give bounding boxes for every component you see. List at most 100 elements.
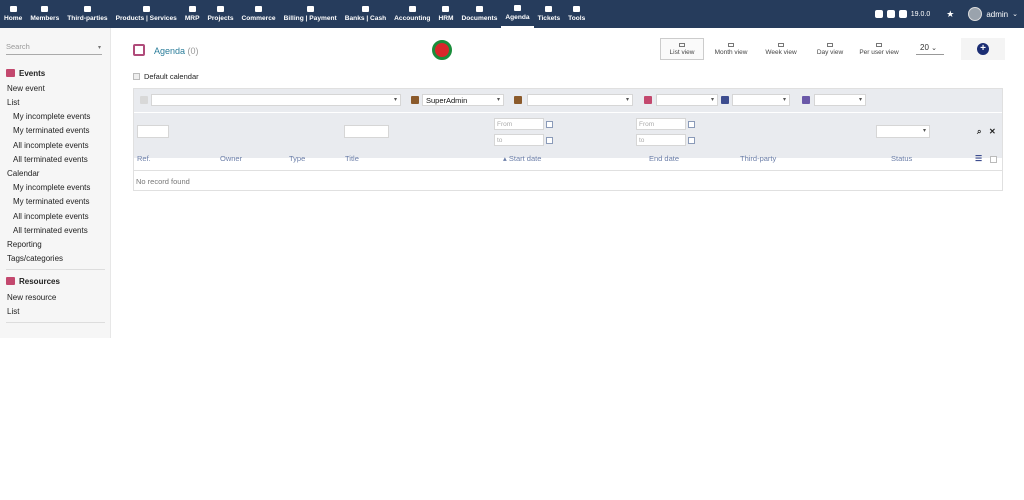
user-name[interactable]: admin [986,10,1008,19]
menu-products-services[interactable]: Products | Services [112,0,181,28]
search-filter-row: From to From to ▾ [134,112,1002,158]
sidebar-item-list-all-incomplete[interactable]: All incomplete events [13,141,89,150]
menu-third-parties[interactable]: Third-parties [63,0,111,28]
close-icon[interactable]: ✕ [989,127,996,136]
search-icon[interactable]: ⌕ [977,127,981,137]
chevron-down-icon[interactable]: ▾ [98,44,101,51]
help-icon[interactable] [898,10,907,18]
column-selector-icon[interactable]: ☰ [975,154,982,163]
third-party-select[interactable]: ▾ [732,94,790,106]
column-header-start-date[interactable]: ▴ Start date [503,154,541,163]
menu-label: Products | Services [115,15,177,22]
sidebar-item-resource-list[interactable]: List [7,307,19,316]
company-logo [432,40,452,60]
sidebar-item-tags[interactable]: Tags/categories [7,254,63,263]
avatar[interactable] [968,7,983,21]
bug-icon[interactable] [874,10,883,18]
month-view-button[interactable]: Month view [709,38,753,60]
sidebar-item-cal-my-terminated[interactable]: My terminated events [13,197,89,206]
end-date-to-input[interactable]: to [636,134,686,146]
print-icon[interactable] [886,10,895,18]
status-filter-select[interactable]: ▾ [876,125,930,138]
calendar-month-icon [728,42,734,47]
add-event-button[interactable]: + [961,38,1005,60]
menu-hrm[interactable]: HRM [434,0,457,28]
list-view-button[interactable]: List view [660,38,704,60]
start-date-from-input[interactable]: From [494,118,544,130]
menu-mrp[interactable]: MRP [181,0,204,28]
menu-label: Third-parties [67,15,108,22]
date-picker-icon[interactable] [688,137,695,144]
title-filter-input[interactable] [344,125,389,138]
search-input[interactable]: Search ▾ [6,42,102,55]
menu-agenda[interactable]: Agenda [501,0,534,28]
week-view-button[interactable]: Week view [759,38,803,60]
default-calendar: Default calendar [133,72,199,81]
chevron-down-icon[interactable]: ⌄ [1012,10,1018,18]
menu-commerce[interactable]: Commerce [238,0,280,28]
sidebar-title-resources[interactable]: Resources [19,277,60,286]
sidebar-item-new-event[interactable]: New event [7,84,45,93]
menu-label: Documents [461,15,498,22]
day-view-button[interactable]: Day view [808,38,852,60]
building-icon [721,96,729,104]
project-icon [802,96,810,104]
limit-value: 20 [920,43,929,52]
menu-label: Accounting [394,15,431,22]
date-picker-icon[interactable] [546,121,553,128]
date-picker-icon[interactable] [546,137,553,144]
sidebar-item-reporting[interactable]: Reporting [7,240,42,249]
sidebar-item-cal-all-incomplete[interactable]: All incomplete events [13,212,89,221]
ref-filter-input[interactable] [137,125,169,138]
date-to-placeholder: to [639,137,645,144]
default-calendar-checkbox[interactable] [133,73,140,80]
view-label: Week view [765,48,797,56]
column-header-title[interactable]: Title [345,154,359,163]
date-picker-icon[interactable] [688,121,695,128]
column-header-ref[interactable]: Ref. [137,154,151,163]
chevron-down-icon: ▾ [393,97,397,103]
sidebar-item-cal-my-incomplete[interactable]: My incomplete events [13,183,90,192]
sidebar-item-list-my-incomplete[interactable]: My incomplete events [13,112,90,121]
star-icon[interactable]: ★ [946,9,954,20]
project-select[interactable]: ▾ [814,94,866,106]
sidebar-item-list-my-terminated[interactable]: My terminated events [13,126,89,135]
event-type-select[interactable]: ▾ [151,94,401,106]
sidebar-item-list[interactable]: List [7,98,19,107]
sidebar-item-new-resource[interactable]: New resource [7,293,56,302]
user-group-select[interactable]: ▾ [527,94,633,106]
user-select[interactable]: SuperAdmin ▾ [422,94,504,106]
menu-home[interactable]: Home [0,0,26,28]
menu-members[interactable]: Members [26,0,63,28]
menu-tools[interactable]: Tools [564,0,589,28]
menu-billing-payment[interactable]: Billing | Payment [280,0,341,28]
sidebar-item-calendar[interactable]: Calendar [7,169,39,178]
column-header-status[interactable]: Status [891,154,912,163]
sidebar-item-list-all-terminated[interactable]: All terminated events [13,155,88,164]
chevron-down-icon: ▾ [858,97,862,103]
top-menu-bar: Home Members Third-parties Products | Se… [0,0,1024,28]
sidebar-item-cal-all-terminated[interactable]: All terminated events [13,226,88,235]
menu-tickets[interactable]: Tickets [534,0,565,28]
menu-documents[interactable]: Documents [457,0,501,28]
per-user-view-button[interactable]: Per user view [856,38,902,60]
select-all-checkbox[interactable] [990,156,997,163]
top-right-tools: 19.0.0 ★ admin ⌄ [874,0,1018,28]
limit-select[interactable]: 20 ⌄ [916,43,944,55]
user-tie-icon [442,6,450,12]
menu-projects[interactable]: Projects [203,0,237,28]
menu-label: HRM [438,15,454,22]
folder-icon [475,6,483,12]
column-header-end-date[interactable]: End date [649,154,679,163]
column-header-owner[interactable]: Owner [220,154,242,163]
menu-banks-cash[interactable]: Banks | Cash [341,0,390,28]
chevron-down-icon: ▾ [922,128,926,134]
sidebar-title-events[interactable]: Events [19,69,45,78]
column-header-type[interactable]: Type [289,154,305,163]
resource-select[interactable]: ▾ [656,94,718,106]
end-date-from-input[interactable]: From [636,118,686,130]
chevron-down-icon: ▾ [782,97,786,103]
start-date-to-input[interactable]: to [494,134,544,146]
menu-accounting[interactable]: Accounting [390,0,434,28]
column-header-third-party[interactable]: Third-party [740,154,776,163]
